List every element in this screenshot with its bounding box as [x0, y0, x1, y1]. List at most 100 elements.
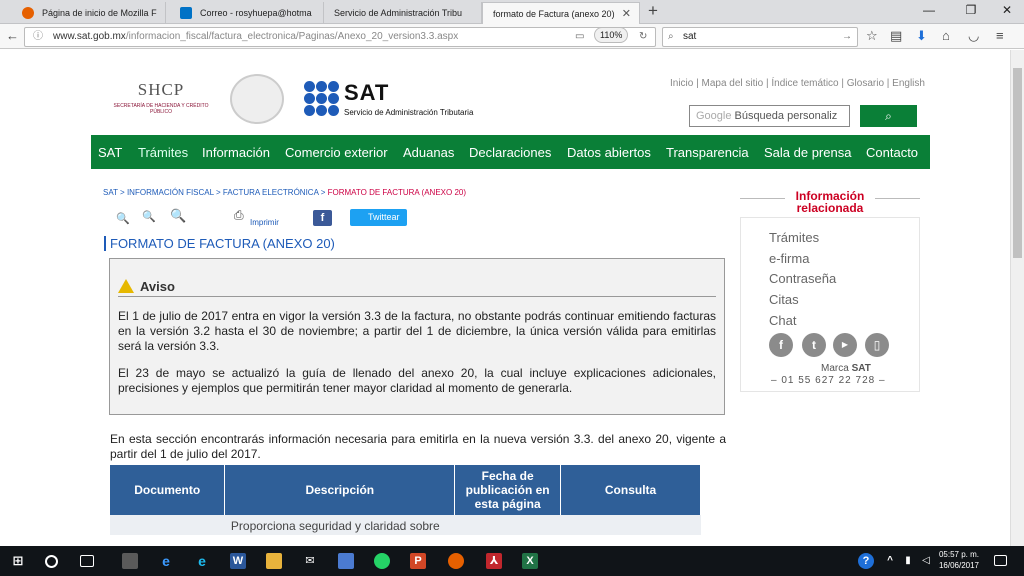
shcp-logo[interactable]: SHCP SECRETARÍA DE HACIENDA Y CRÉDITO PÚ…	[112, 80, 210, 115]
breadcrumb-link[interactable]: SAT	[103, 188, 118, 197]
library-icon[interactable]: ▤	[890, 29, 902, 43]
nav-item-comercio-exterior[interactable]: Comercio exterior	[285, 145, 388, 160]
facebook-icon[interactable]: f	[769, 333, 793, 357]
mail-icon[interactable]: ✉	[302, 553, 318, 569]
breadcrumb-link[interactable]: FACTURA ELECTRÓNICA	[223, 188, 319, 197]
table-cell	[560, 515, 701, 535]
whatsapp-icon[interactable]	[374, 553, 390, 569]
nav-item-tramites[interactable]: Trámites	[138, 145, 188, 160]
word-icon[interactable]: W	[230, 553, 246, 569]
excel-icon[interactable]: X	[522, 553, 538, 569]
nav-item-declaraciones[interactable]: Declaraciones	[469, 145, 551, 160]
nav-item-transparencia[interactable]: Transparencia	[666, 145, 749, 160]
twitter-icon[interactable]: t	[802, 333, 826, 357]
sidebar-item-citas[interactable]: Citas	[769, 292, 799, 307]
help-icon[interactable]: ?	[858, 553, 874, 569]
site-search-button[interactable]: ⌕	[860, 105, 917, 127]
facebook-share-button[interactable]: f	[313, 210, 332, 226]
scrollbar-thumb[interactable]	[1013, 68, 1022, 258]
restore-button[interactable]: ❐	[956, 3, 986, 17]
info-icon[interactable]: ⓘ	[33, 28, 43, 46]
powerpoint-icon[interactable]: P	[410, 553, 426, 569]
nav-item-sat[interactable]: SAT	[98, 145, 122, 160]
tab-mozilla[interactable]: Página de inicio de Mozilla F	[8, 2, 166, 24]
shcp-title: SHCP	[137, 80, 185, 99]
breadcrumb: SAT > INFORMACIÓN FISCAL > FACTURA ELECT…	[103, 188, 466, 197]
reload-icon[interactable]: ↻	[639, 28, 647, 46]
sidebar-item-efirma[interactable]: e-firma	[769, 251, 809, 266]
print-link[interactable]: Imprimir	[250, 218, 279, 227]
font-medium-icon[interactable]: 🔍	[142, 210, 156, 223]
breadcrumb-link[interactable]: INFORMACIÓN FISCAL	[127, 188, 214, 197]
notice-title: Aviso	[118, 279, 175, 294]
pocket-icon[interactable]: ◡	[968, 29, 979, 43]
warning-icon	[118, 279, 134, 293]
column-header: Documento	[110, 465, 226, 515]
sidebar-item-contrasena[interactable]: Contraseña	[769, 271, 836, 286]
tab-title: formato de Factura (anexo 20)	[493, 9, 615, 19]
new-tab-button[interactable]: +	[648, 1, 658, 21]
table-row: Proporciona seguridad y claridad sobre	[110, 515, 701, 535]
sidebar-item-tramites[interactable]: Trámites	[769, 230, 819, 245]
youtube-icon[interactable]: ▶	[833, 333, 857, 357]
file-explorer-icon[interactable]	[266, 553, 282, 569]
nav-item-contacto[interactable]: Contacto	[866, 145, 918, 160]
tray-chevron-icon[interactable]: ^	[882, 553, 898, 569]
nav-item-sala-de-prensa[interactable]: Sala de prensa	[764, 145, 851, 160]
internet-explorer-icon[interactable]: e	[194, 553, 210, 569]
app-icon[interactable]	[338, 553, 354, 569]
cortana-search-icon[interactable]	[45, 555, 58, 568]
font-large-icon[interactable]: 🔍	[170, 208, 186, 224]
menu-icon[interactable]: ≡	[996, 29, 1004, 43]
page-scrollbar[interactable]	[1010, 50, 1024, 546]
app-icon[interactable]	[122, 553, 138, 569]
edge-icon[interactable]: e	[158, 553, 174, 569]
go-arrow-icon[interactable]: →	[842, 28, 852, 46]
home-icon[interactable]: ⌂	[942, 29, 950, 43]
twitter-share-button[interactable]: Twittear	[350, 209, 407, 226]
reader-view-icon[interactable]: ▭	[575, 28, 584, 46]
bookmark-star-icon[interactable]: ☆	[866, 29, 878, 43]
tab-sat[interactable]: Servicio de Administración Tribu	[324, 2, 482, 24]
task-view-icon[interactable]	[80, 555, 94, 567]
printer-icon[interactable]: ⎙	[234, 208, 244, 223]
utility-links[interactable]: Inicio | Mapa del sitio | Índice temátic…	[670, 78, 925, 89]
url-bar[interactable]: ⓘ www.sat.gob.mx/informacion_fiscal/fact…	[24, 27, 656, 47]
tab-correo[interactable]: Correo - rosyhuepa@hotma	[166, 2, 324, 24]
taskbar-clock[interactable]: 05:57 p. m. 16/06/2017	[934, 549, 984, 571]
download-icon[interactable]: ⬇	[916, 29, 927, 43]
close-tab-icon[interactable]: ✕	[622, 7, 631, 20]
firefox-icon[interactable]	[448, 553, 464, 569]
minimize-button[interactable]: —	[914, 3, 944, 17]
logo-dot	[304, 105, 315, 116]
sidebar-item-chat[interactable]: Chat	[769, 313, 796, 328]
acrobat-icon[interactable]: ⅄	[486, 553, 502, 569]
tab-formato-factura[interactable]: formato de Factura (anexo 20) ✕	[482, 2, 640, 24]
tab-title: Correo - rosyhuepa@hotma	[200, 8, 312, 18]
network-icon[interactable]: ▮	[900, 553, 916, 569]
font-small-icon[interactable]: 🔍	[116, 212, 130, 225]
browser-search-input[interactable]: ⌕ sat →	[662, 27, 858, 47]
logo-dot	[304, 93, 315, 104]
table-cell	[454, 515, 561, 535]
zoom-level[interactable]: 110%	[594, 27, 629, 43]
apps-icon[interactable]: ▯	[865, 333, 889, 357]
nav-item-datos-abiertos[interactable]: Datos abiertos	[567, 145, 651, 160]
start-windows-icon[interactable]: ⊞	[10, 553, 26, 569]
logo-dot	[328, 81, 339, 92]
marca-sat[interactable]: Marca SAT	[821, 363, 871, 374]
logo-dot	[328, 105, 339, 116]
site-search-input[interactable]: Google Búsqueda personaliz	[689, 105, 850, 127]
google-label: Google	[696, 110, 732, 122]
firefox-icon	[22, 7, 34, 19]
action-center-icon[interactable]	[994, 555, 1007, 566]
nav-item-informacion[interactable]: Información	[202, 145, 270, 160]
search-value: sat	[683, 31, 697, 42]
volume-icon[interactable]: ◁	[918, 553, 934, 569]
back-arrow-icon[interactable]: ←	[6, 29, 19, 43]
main-navigation: SAT Trámites Información Comercio exteri…	[91, 135, 930, 169]
close-window-button[interactable]: ✕	[992, 3, 1022, 17]
clock-date: 16/06/2017	[938, 561, 980, 570]
nav-item-aduanas[interactable]: Aduanas	[403, 145, 454, 160]
tab-title: Servicio de Administración Tribu	[334, 8, 463, 18]
